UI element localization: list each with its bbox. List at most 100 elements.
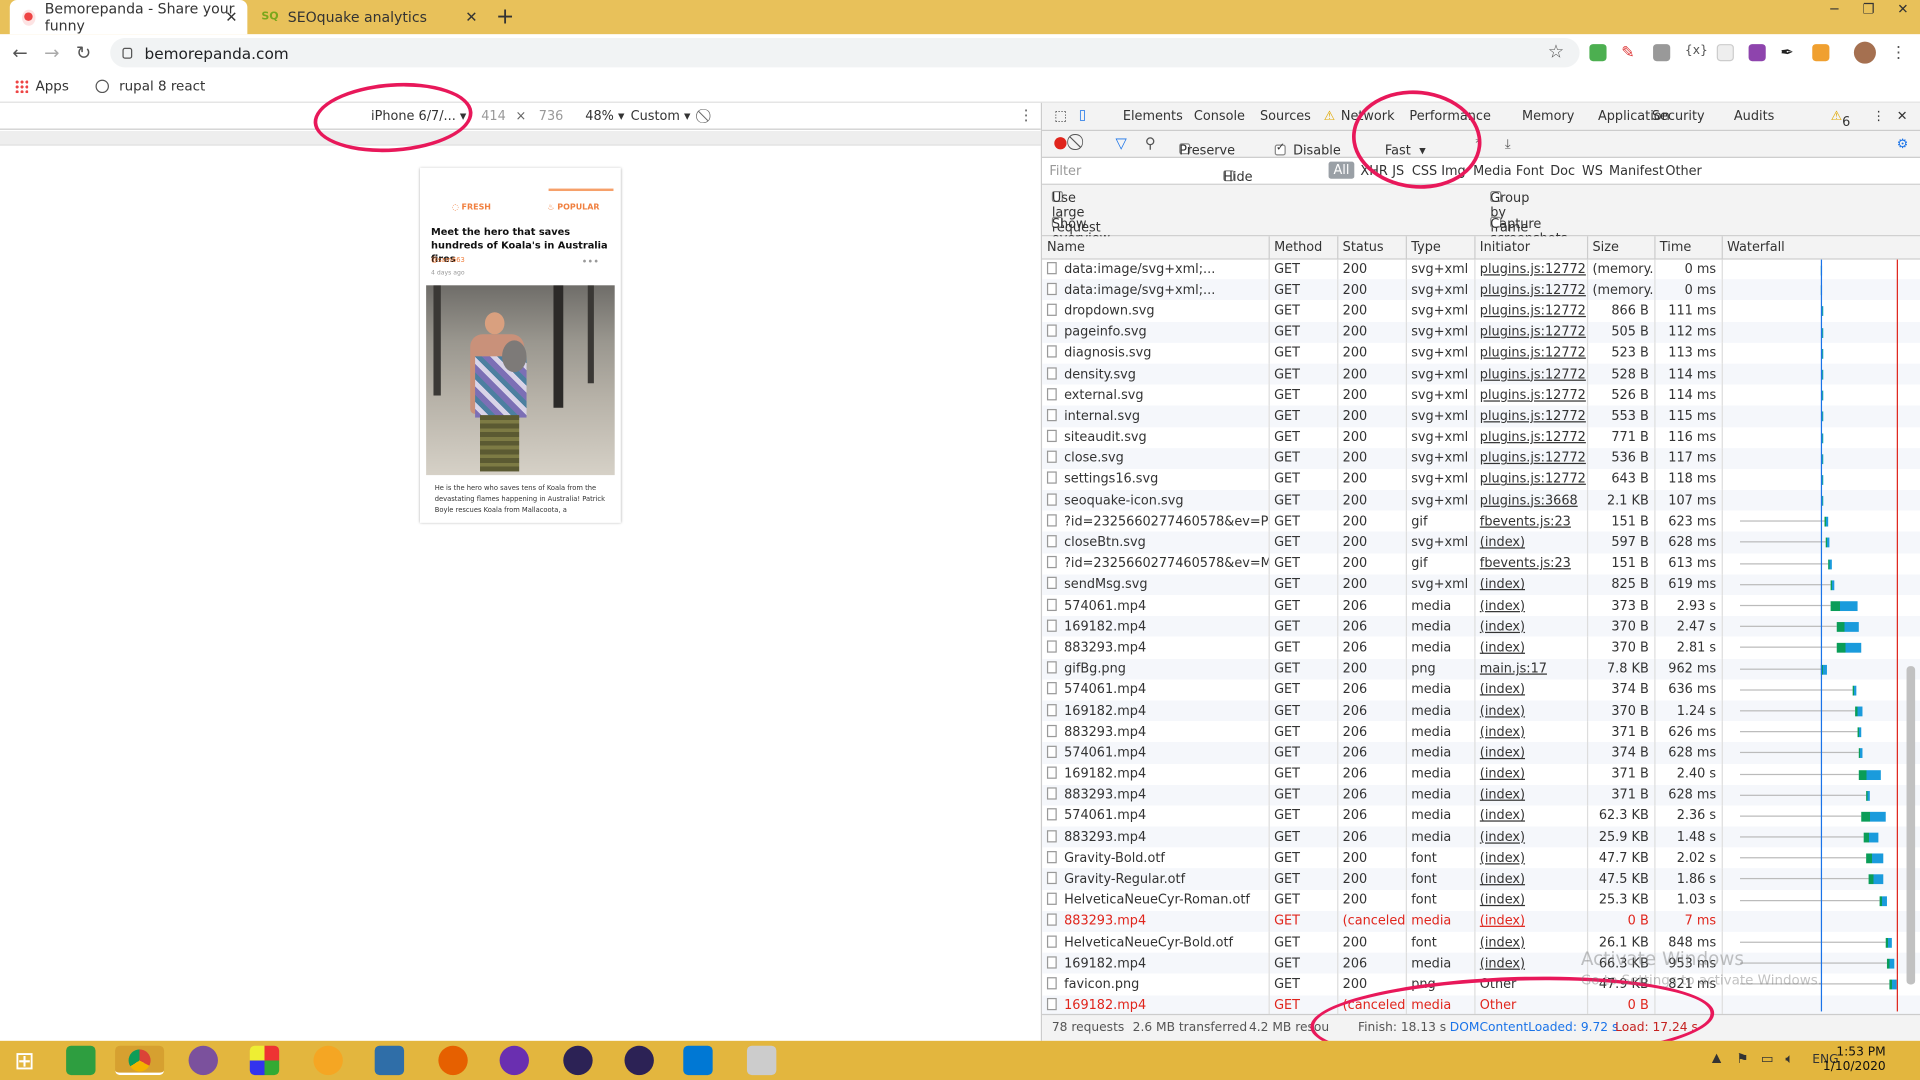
- table-row[interactable]: 883293.mp4 GET 206 media (index) 371 B 628 ms: [1042, 784, 1920, 806]
- table-row[interactable]: 169182.mp4 GET 206 media (index) 370 B 2.47 s: [1042, 616, 1920, 638]
- type-filter-all[interactable]: All: [1328, 161, 1355, 179]
- table-scrollbar[interactable]: [1906, 666, 1916, 985]
- bookmark-rupal[interactable]: rupal 8 react: [119, 78, 205, 94]
- bookmark-star-icon[interactable]: ☆: [1548, 40, 1564, 62]
- bookmark-apps[interactable]: Apps: [36, 78, 69, 94]
- column-header-name[interactable]: Name: [1042, 236, 1270, 259]
- filter-input[interactable]: Filter: [1049, 164, 1081, 179]
- camera-extension-icon[interactable]: [1653, 44, 1671, 62]
- type-filter-other[interactable]: Other: [1665, 164, 1702, 179]
- seoquake-extension-icon[interactable]: [1812, 44, 1830, 62]
- vpn-icon[interactable]: [313, 1045, 343, 1076]
- warning-count-icon[interactable]: ⚠ 6: [1831, 109, 1851, 130]
- chrome-icon[interactable]: [115, 1045, 165, 1076]
- json-extension-icon[interactable]: {x}: [1685, 44, 1708, 61]
- viewport-width[interactable]: 414: [481, 109, 506, 124]
- tor-icon[interactable]: [499, 1045, 529, 1076]
- table-row[interactable]: external.svg GET 200 svg+xml plugins.js:1277…: [1042, 384, 1920, 406]
- export-har-icon[interactable]: ⤓: [1505, 137, 1511, 153]
- type-filter-doc[interactable]: Doc: [1550, 164, 1575, 179]
- device-more-icon[interactable]: ⋮: [1019, 107, 1034, 124]
- type-filter-font[interactable]: Font: [1516, 164, 1544, 179]
- pen-tool-icon[interactable]: ✒: [1780, 44, 1797, 62]
- table-row[interactable]: 169182.mp4 GET 206 media (index) 66.3 KB 953 m…: [1042, 952, 1920, 974]
- file-manager-icon[interactable]: [746, 1045, 777, 1076]
- column-header-waterfall[interactable]: Waterfall: [1721, 236, 1920, 259]
- devtools-menu-icon[interactable]: ⋮: [1872, 109, 1885, 124]
- table-row[interactable]: 169182.mp4 GET 206 media (index) 371 B 2.40 s: [1042, 763, 1920, 785]
- window-close-icon[interactable]: ✕: [1886, 0, 1920, 22]
- tab-popular[interactable]: ♨ POPULAR: [547, 202, 599, 212]
- flag-icon[interactable]: ⚑: [1736, 1051, 1748, 1067]
- post-more-icon[interactable]: •••: [582, 256, 599, 267]
- tab-fresh[interactable]: ◌ FRESH: [452, 202, 491, 212]
- column-header-status[interactable]: Status: [1337, 236, 1407, 259]
- table-row[interactable]: internal.svg GET 200 svg+xml plugins.js:1277…: [1042, 405, 1920, 427]
- type-filter-manifest[interactable]: Manifest: [1609, 164, 1664, 179]
- table-row[interactable]: HelveticaNeueCyr-Bold.otf GET 200 font (inde…: [1042, 931, 1920, 953]
- virtualbox-icon[interactable]: [374, 1045, 405, 1076]
- table-row[interactable]: 883293.mp4 GET 206 media (index) 370 B 2.81 s: [1042, 637, 1920, 659]
- table-row[interactable]: 574061.mp4 GET 206 media (index) 374 B 628 ms: [1042, 742, 1920, 764]
- post-author[interactable]: @sam663: [431, 257, 465, 264]
- tab-elements[interactable]: Elements: [1123, 109, 1183, 124]
- new-tab-button[interactable]: +: [496, 4, 514, 30]
- table-row[interactable]: 883293.mp4 GET (canceled) media (index) 0 B7 …: [1042, 910, 1920, 932]
- column-header-size[interactable]: Size: [1586, 236, 1655, 259]
- tray-chevron-icon[interactable]: ▲: [1712, 1052, 1721, 1065]
- column-header-time[interactable]: Time: [1654, 236, 1723, 259]
- reload-icon[interactable]: ↻: [76, 42, 91, 64]
- address-bar[interactable]: bemorepanda.com: [110, 37, 1580, 68]
- type-filter-ws[interactable]: WS: [1582, 164, 1603, 179]
- close-tab-icon[interactable]: ✕: [465, 9, 477, 26]
- back-icon[interactable]: ←: [12, 42, 27, 64]
- network-icon[interactable]: ▭: [1761, 1051, 1774, 1067]
- forward-icon[interactable]: →: [44, 42, 59, 64]
- volume-icon[interactable]: 🔈︎: [1785, 1051, 1793, 1068]
- table-row[interactable]: data:image/svg+xml;... GET 200 svg+xml plugi…: [1042, 279, 1920, 301]
- eclipse-icon[interactable]: [563, 1045, 593, 1076]
- column-header-type[interactable]: Type: [1405, 236, 1475, 259]
- table-row[interactable]: 574061.mp4 GET 206 media (index) 374 B 636 ms: [1042, 679, 1920, 701]
- extension-green-icon[interactable]: [1589, 44, 1607, 62]
- table-row[interactable]: settings16.svg GET 200 svg+xml plugins.js:12…: [1042, 468, 1920, 490]
- throttle-select[interactable]: Custom ▾: [631, 109, 691, 124]
- browser-tab-active[interactable]: ● Bemorepanda - Share your funny ✕: [9, 0, 248, 35]
- store-icon[interactable]: [66, 1045, 96, 1076]
- vscode-icon[interactable]: [683, 1045, 713, 1076]
- browser-tab-seoquake[interactable]: SQ SEOquake analytics ✕: [250, 0, 488, 34]
- type-filter-media[interactable]: Media: [1473, 164, 1512, 179]
- table-row[interactable]: closeBtn.svg GET 200 svg+xml (index) 597 B 628…: [1042, 531, 1920, 554]
- table-row[interactable]: seoquake-icon.svg GET 200 svg+xml plugins.js…: [1042, 489, 1920, 511]
- table-row[interactable]: dropdown.svg GET 200 svg+xml plugins.js:1277…: [1042, 300, 1920, 322]
- disable-cache-checkbox[interactable]: Disable cache: [1274, 137, 1341, 173]
- maximize-icon[interactable]: ❐: [1851, 0, 1885, 22]
- table-row[interactable]: density.svg GET 200 svg+xml plugins.js:12772…: [1042, 363, 1920, 385]
- table-row[interactable]: siteaudit.svg GET 200 svg+xml plugins.js:127…: [1042, 426, 1920, 448]
- extension-blank-icon[interactable]: [1716, 44, 1734, 62]
- table-row[interactable]: 169182.mp4 GET 206 media (index) 370 B 1.24 s: [1042, 700, 1920, 722]
- viber-icon[interactable]: [188, 1045, 218, 1076]
- inspect-element-icon[interactable]: ⬚: [1054, 108, 1067, 124]
- table-row[interactable]: HelveticaNeueCyr-Roman.otf GET 200 font (ind…: [1042, 889, 1920, 911]
- media-query-ruler[interactable]: [0, 131, 1041, 146]
- search-icon[interactable]: ⚲: [1145, 135, 1156, 152]
- tab-sources[interactable]: Sources: [1260, 109, 1311, 124]
- menu-kebab-icon[interactable]: ⋮: [1891, 44, 1908, 62]
- network-settings-icon[interactable]: ⚙: [1897, 137, 1909, 152]
- windows-start-icon[interactable]: ⊞: [10, 1046, 39, 1075]
- table-row[interactable]: sendMsg.svg GET 200 svg+xml (index) 825 B 619 …: [1042, 574, 1920, 596]
- viewport-height[interactable]: 736: [539, 109, 564, 124]
- zoom-select[interactable]: 48% ▾: [585, 109, 624, 124]
- table-row[interactable]: Gravity-Regular.otf GET 200 font (index) 47.5…: [1042, 868, 1920, 890]
- table-row[interactable]: 883293.mp4 GET 206 media (index) 371 B 626 ms: [1042, 721, 1920, 743]
- tab-memory[interactable]: Memory: [1522, 109, 1574, 124]
- table-row[interactable]: ?id=2325660277460578&ev=Page...GET200gif…: [1042, 510, 1920, 532]
- table-row[interactable]: gifBg.png GET 200 png main.js:17 7.8 KB 962 ms: [1042, 658, 1920, 680]
- device-toggle-icon[interactable]: ▯: [1079, 107, 1086, 123]
- post-image[interactable]: [426, 285, 615, 476]
- table-row[interactable]: data:image/svg+xml;... GET 200 svg+xml plugi…: [1042, 258, 1920, 280]
- pen-extension-icon[interactable]: ✎: [1621, 44, 1638, 62]
- filter-icon[interactable]: ▽: [1116, 135, 1127, 152]
- column-header-method[interactable]: Method: [1268, 236, 1338, 259]
